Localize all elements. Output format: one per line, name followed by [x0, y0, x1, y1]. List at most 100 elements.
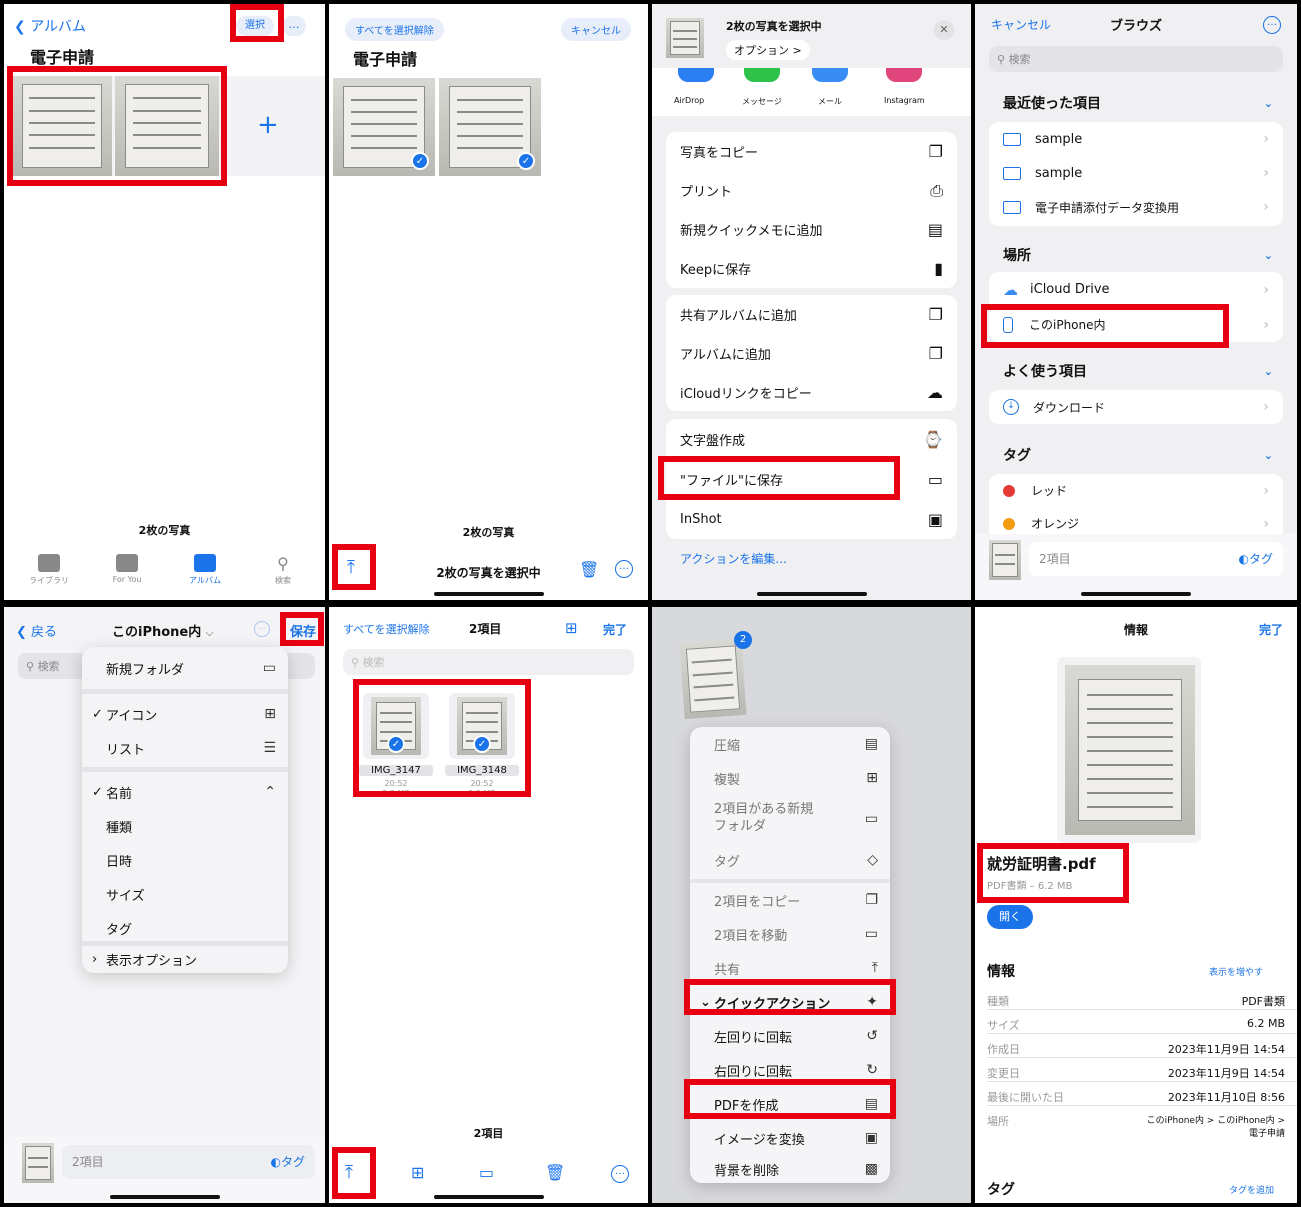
share-icon[interactable]: ⤒: [345, 1162, 353, 1183]
icon-view-item[interactable]: ✓ アイコン ⊞: [82, 697, 288, 731]
print-action[interactable]: プリント ⎙: [666, 171, 957, 210]
copy-item[interactable]: 2項目をコピー ❐: [690, 883, 890, 917]
select-button[interactable]: 選択: [236, 16, 274, 36]
convert-image-item[interactable]: イメージを変換 ▣: [690, 1121, 890, 1155]
list-item[interactable]: ↓ ダウンロード ›: [989, 390, 1283, 424]
trash-icon[interactable]: 🗑: [579, 560, 599, 579]
info-key: 変更日: [987, 1067, 1020, 1080]
save-to-files-action[interactable]: "ファイル"に保存 ▭: [666, 459, 957, 499]
open-button[interactable]: 開く: [987, 905, 1033, 929]
section-label: よく使う項目: [1003, 364, 1087, 380]
move-item[interactable]: 2項目を移動 ▭: [690, 917, 890, 951]
photo-thumb[interactable]: ✓: [333, 78, 435, 176]
watch-face-action[interactable]: 文字盤作成 ⌚: [666, 419, 957, 459]
tag-button[interactable]: ◐タグ: [271, 1153, 306, 1171]
list-item[interactable]: ☁ iCloud Drive ›: [989, 272, 1283, 307]
done-button[interactable]: 完了: [1259, 621, 1283, 638]
quick-actions-item[interactable]: ⌄ クイックアクション ✦: [690, 985, 890, 1019]
section-recent[interactable]: 最近使った項目 ⌄: [975, 92, 1297, 114]
grid-icon[interactable]: ⊞: [565, 619, 578, 637]
rotate-left-item[interactable]: 左回りに回転 ↺: [690, 1019, 890, 1053]
trash-icon[interactable]: 🗑: [545, 1163, 565, 1182]
add-tag-link[interactable]: タグを追加: [1229, 1183, 1274, 1196]
more-icon[interactable]: …: [254, 621, 270, 637]
tab-for-you[interactable]: For You: [102, 554, 152, 584]
remove-background-item[interactable]: 背景を削除 ▩: [690, 1155, 890, 1183]
options-button[interactable]: オプション >: [726, 40, 810, 60]
search-input[interactable]: ⚲ 検索: [343, 649, 634, 675]
keep-action[interactable]: Keepに保存 ▮: [666, 249, 957, 288]
more-icon[interactable]: …: [615, 560, 633, 578]
folder-icon[interactable]: ▭: [479, 1163, 494, 1182]
list-item[interactable]: sample ›: [989, 156, 1283, 190]
sort-kind-item[interactable]: 種類: [82, 809, 288, 843]
section-favorites[interactable]: よく使う項目 ⌄: [975, 360, 1297, 382]
list-item[interactable]: sample ›: [989, 122, 1283, 156]
location-link[interactable]: このiPhone内 > このiPhone内 > 電子申請: [1145, 1113, 1285, 1139]
mail-icon[interactable]: [812, 68, 848, 82]
tab-albums[interactable]: アルバム: [180, 554, 230, 586]
tag-item[interactable]: タグ ◇: [690, 843, 890, 877]
add-album-action[interactable]: アルバムに追加 ❐: [666, 334, 957, 373]
instagram-icon[interactable]: [886, 68, 922, 82]
albums-icon: [194, 554, 216, 572]
section-locations[interactable]: 場所 ⌄: [975, 244, 1297, 266]
more-icon[interactable]: …: [282, 16, 306, 36]
duplicate-item[interactable]: 複製 ⊞: [690, 761, 890, 795]
close-icon[interactable]: ✕: [934, 20, 954, 40]
item-count-title: 2項目: [469, 622, 502, 636]
save-button[interactable]: 保存: [290, 621, 316, 640]
inshot-action[interactable]: InShot ▣: [666, 499, 957, 539]
file-thumb: [989, 540, 1021, 580]
new-folder-item[interactable]: 新規フォルダ ▭: [82, 651, 288, 685]
view-options-item[interactable]: › 表示オプション: [82, 945, 288, 973]
tab-library[interactable]: ライブラリ: [24, 554, 74, 586]
sort-size-item[interactable]: サイズ: [82, 877, 288, 911]
new-folder-item[interactable]: 2項目がある新規フォルダ ▭: [690, 795, 890, 843]
tag-button[interactable]: ◐タグ: [1239, 550, 1274, 568]
tab-label: 検索: [275, 576, 291, 585]
list-item[interactable]: このiPhone内 ›: [989, 307, 1283, 342]
context-menu: 圧縮 ▤ 複製 ⊞ 2項目がある新規フォルダ ▭ タグ ◇ 2項目をコピー ❐ 2項目を移…: [690, 727, 890, 1183]
search-input[interactable]: ⚲ 検索: [989, 46, 1283, 72]
tab-search[interactable]: ⚲ 検索: [258, 554, 308, 586]
list-item[interactable]: レッド ›: [989, 474, 1283, 507]
photo-thumb[interactable]: [115, 76, 219, 176]
photo-thumb[interactable]: ✓: [439, 78, 541, 176]
copy-photo-action[interactable]: 写真をコピー ❐: [666, 132, 957, 171]
back-button[interactable]: ❮ アルバム: [14, 16, 86, 36]
list-view-item[interactable]: リスト ☰: [82, 731, 288, 765]
edit-actions-link[interactable]: アクションを編集...: [680, 550, 787, 567]
share-item[interactable]: 共有 ⤒: [690, 951, 890, 985]
file-tile[interactable]: ✓: [449, 693, 515, 759]
shared-album-action[interactable]: 共有アルバムに追加 ❐: [666, 295, 957, 334]
done-button[interactable]: 完了: [603, 621, 627, 638]
icloud-link-action[interactable]: iCloudリンクをコピー ☁: [666, 373, 957, 412]
info-heading: 情報: [987, 964, 1015, 980]
compress-item[interactable]: 圧縮 ▤: [690, 727, 890, 761]
rotate-right-item[interactable]: 右回りに回転 ↻: [690, 1053, 890, 1087]
deselect-all-button[interactable]: すべてを選択解除: [345, 18, 444, 41]
airdrop-icon[interactable]: [678, 68, 714, 82]
folder-title[interactable]: このiPhone内 ⌵: [112, 621, 213, 640]
section-tags[interactable]: タグ ⌄: [975, 444, 1297, 466]
show-more-link[interactable]: 表示を増やす: [1209, 965, 1263, 978]
sort-name-item[interactable]: ✓ 名前 ⌃: [82, 775, 288, 809]
add-icon[interactable]: +: [257, 110, 279, 140]
deselect-all-button[interactable]: すべてを選択解除: [343, 621, 430, 637]
create-pdf-item[interactable]: PDFを作成 ▤: [690, 1087, 890, 1121]
photo-thumb[interactable]: [12, 76, 112, 176]
messages-icon[interactable]: [744, 68, 780, 82]
more-icon[interactable]: …: [1263, 16, 1281, 34]
list-item[interactable]: 電子申請添付データ変換用 ›: [989, 190, 1283, 224]
file-tile[interactable]: ✓: [363, 693, 429, 759]
cancel-button[interactable]: キャンセル: [561, 18, 631, 41]
quick-note-action[interactable]: 新規クイックメモに追加 ▤: [666, 210, 957, 249]
more-icon[interactable]: …: [611, 1165, 629, 1183]
home-indicator: [1081, 592, 1191, 596]
duplicate-icon[interactable]: ⊞: [411, 1163, 424, 1182]
pdf-preview[interactable]: [1065, 665, 1195, 835]
back-button[interactable]: ❮ 戻る: [16, 621, 57, 640]
sort-tag-item[interactable]: タグ: [82, 911, 288, 945]
sort-date-item[interactable]: 日時: [82, 843, 288, 877]
